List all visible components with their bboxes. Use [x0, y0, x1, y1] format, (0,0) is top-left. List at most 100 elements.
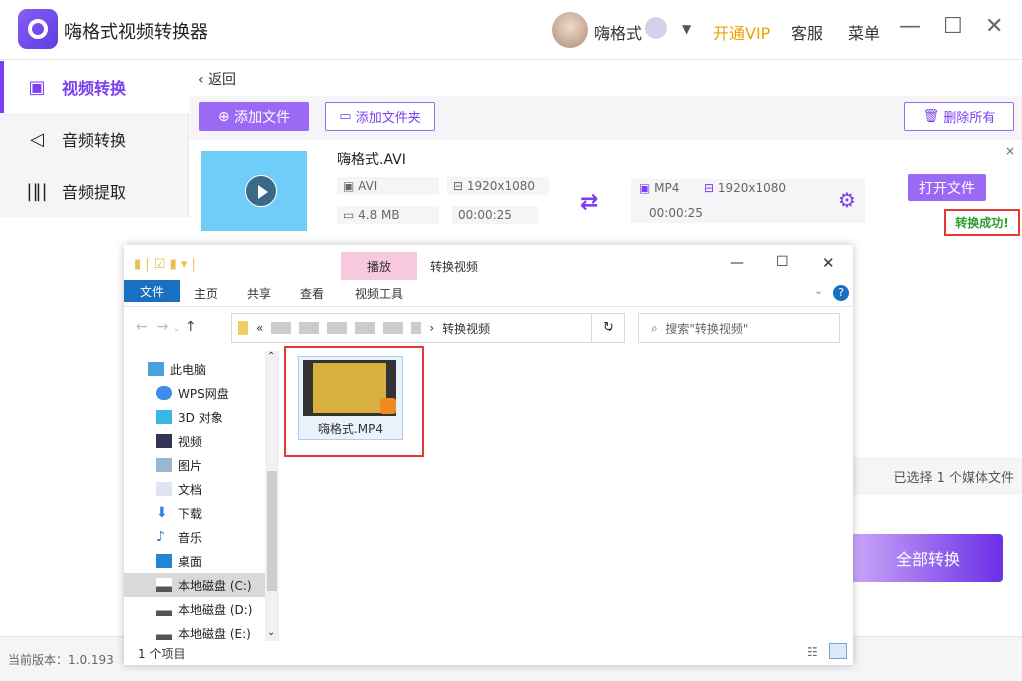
nav-3d[interactable]: 3D 对象	[124, 405, 265, 429]
document-icon	[156, 482, 172, 496]
open-file-button[interactable]: 打开文件	[908, 174, 986, 201]
user-dropdown-icon[interactable]: ▼	[682, 22, 691, 36]
cube-icon	[156, 410, 172, 424]
explorer-maximize[interactable]: ☐	[776, 254, 789, 270]
music-icon: ♪	[156, 529, 165, 545]
drive-icon	[156, 626, 172, 640]
tab-view[interactable]: 查看	[300, 285, 324, 302]
tab-video-tools[interactable]: 视频工具	[355, 285, 403, 302]
tab-file[interactable]: 文件	[124, 280, 180, 302]
add-file-button[interactable]: ⊕ 添加文件	[199, 102, 309, 131]
explorer-close[interactable]: ✕	[822, 254, 835, 272]
search-placeholder: 搜索"转换视频"	[665, 321, 749, 336]
vip-link[interactable]: 开通VIP	[713, 20, 770, 44]
file-item-mp4[interactable]: 嗨格式.MP4	[298, 356, 403, 440]
toolbar	[190, 96, 1022, 140]
sidebar-item-audio-convert[interactable]: ◁ 音频转换	[0, 113, 189, 165]
delete-all-label: 删除所有	[943, 111, 996, 126]
menu-link[interactable]: 菜单	[848, 20, 880, 44]
film-icon: ▣	[639, 181, 651, 195]
avatar[interactable]	[552, 12, 588, 48]
back-label: 返回	[208, 72, 237, 88]
sidebar-item-label: 视频转换	[62, 79, 127, 98]
nav-wps[interactable]: WPS网盘	[124, 381, 265, 405]
add-folder-label: 添加文件夹	[355, 111, 421, 126]
maximize-button[interactable]: ☐	[943, 14, 963, 39]
output-format-value: MP4	[654, 181, 680, 195]
nav-label: 本地磁盘 (D:)	[178, 602, 253, 617]
chevron-left-icon: ‹	[198, 72, 209, 88]
output-resolution[interactable]: ⊟ 1920x1080	[704, 181, 786, 195]
search-input[interactable]: ⌕ 搜索"转换视频"	[638, 313, 840, 343]
size-value: 4.8 MB	[358, 208, 400, 222]
nav-drive-c[interactable]: 本地磁盘 (C:)	[124, 573, 265, 597]
sidebar-item-video-convert[interactable]: ▣ 视频转换	[0, 61, 189, 113]
address-bar[interactable]: « › 转换视频 ⌄	[231, 313, 625, 343]
ribbon-expand-icon[interactable]: ⌄	[814, 284, 823, 297]
details-view-icon[interactable]: ☷	[807, 645, 818, 659]
quick-access-icons[interactable]: ▮ | ☑ ▮ ▾ |	[134, 257, 196, 272]
tab-home[interactable]: 主页	[194, 285, 218, 302]
large-icons-view-icon[interactable]	[829, 643, 847, 659]
nav-scrollbar[interactable]: ⌃ ⌄	[265, 351, 279, 641]
settings-gear-icon[interactable]: ⚙	[838, 188, 856, 212]
navigation-pane: 此电脑 WPS网盘 3D 对象 视频 图片 文档 ⬇ 下载 ♪ 音乐 桌面 本地磁盘…	[124, 355, 265, 645]
nav-label: 此电脑	[170, 362, 207, 377]
plus-icon: ⊕	[217, 108, 235, 125]
context-tab-play[interactable]: 播放	[341, 252, 417, 280]
nav-label: 3D 对象	[178, 410, 223, 425]
refresh-icon[interactable]: ↻	[591, 313, 625, 343]
close-button[interactable]: ✕	[985, 14, 1003, 39]
film-icon	[156, 434, 172, 448]
scrollbar-thumb[interactable]	[267, 471, 277, 591]
convert-all-button[interactable]: 全部转换	[853, 534, 1003, 582]
add-file-label: 添加文件	[234, 109, 291, 126]
version-text: 当前版本：1.0.193	[8, 653, 114, 667]
back-button[interactable]: ‹ 返回	[198, 69, 236, 89]
add-folder-button[interactable]: ▭ 添加文件夹	[325, 102, 435, 131]
tab-share[interactable]: 共享	[247, 285, 271, 302]
nav-music[interactable]: ♪ 音乐	[124, 525, 265, 549]
sidebar-item-label: 音频转换	[62, 131, 127, 150]
nav-label: 本地磁盘 (E:)	[178, 626, 251, 641]
app-title: 嗨格式视频转换器	[64, 22, 208, 43]
explorer-minimize[interactable]: —	[730, 255, 744, 271]
nav-documents[interactable]: 文档	[124, 477, 265, 501]
picture-icon	[156, 458, 172, 472]
item-count: 1 个项目	[138, 647, 186, 661]
sidebar-item-label: 音频提取	[62, 183, 127, 202]
resolution-icon: ⊟	[704, 181, 715, 195]
sidebar-item-audio-extract[interactable]: |‖| 音频提取	[0, 165, 189, 217]
nav-desktop[interactable]: 桌面	[124, 549, 265, 573]
nav-this-pc[interactable]: 此电脑	[124, 357, 265, 381]
trash-icon: 🗑	[922, 109, 944, 124]
path-prefix: «	[256, 321, 264, 335]
audio-convert-icon: ◁	[30, 128, 44, 150]
minimize-button[interactable]: —	[899, 14, 921, 39]
remove-item-button[interactable]: ×	[1005, 144, 1015, 158]
divider	[124, 306, 853, 307]
help-icon[interactable]: ?	[833, 285, 849, 301]
nav-drive-e[interactable]: 本地磁盘 (E:)	[124, 621, 265, 645]
nav-videos[interactable]: 视频	[124, 429, 265, 453]
nav-pictures[interactable]: 图片	[124, 453, 265, 477]
player-badge-icon	[380, 398, 396, 414]
output-duration: 00:00:25	[649, 206, 703, 220]
nav-label: 图片	[178, 458, 203, 473]
resolution-value: 1920x1080	[466, 179, 536, 193]
play-icon[interactable]	[245, 175, 277, 207]
nav-back-forward-icons[interactable]: ← → ⌄ ↑	[136, 319, 197, 335]
file-explorer-window: ▮ | ☑ ▮ ▾ | 播放 转换视频 — ☐ ✕ 文件 主页 共享 查看 视频…	[124, 245, 853, 665]
delete-all-button[interactable]: 🗑 删除所有	[904, 102, 1014, 131]
search-icon: ⌕	[651, 320, 666, 335]
drive-icon	[156, 578, 172, 592]
nav-label: 文档	[178, 482, 203, 497]
nav-drive-d[interactable]: 本地磁盘 (D:)	[124, 597, 265, 621]
service-link[interactable]: 客服	[791, 20, 823, 44]
file-name: 嗨格式.AVI	[337, 152, 406, 168]
nav-downloads[interactable]: ⬇ 下载	[124, 501, 265, 525]
scroll-up-icon[interactable]: ⌃	[267, 351, 275, 362]
username[interactable]: 嗨格式	[594, 20, 642, 44]
output-format[interactable]: ▣ MP4	[639, 181, 679, 195]
scroll-down-icon[interactable]: ⌄	[267, 627, 275, 638]
